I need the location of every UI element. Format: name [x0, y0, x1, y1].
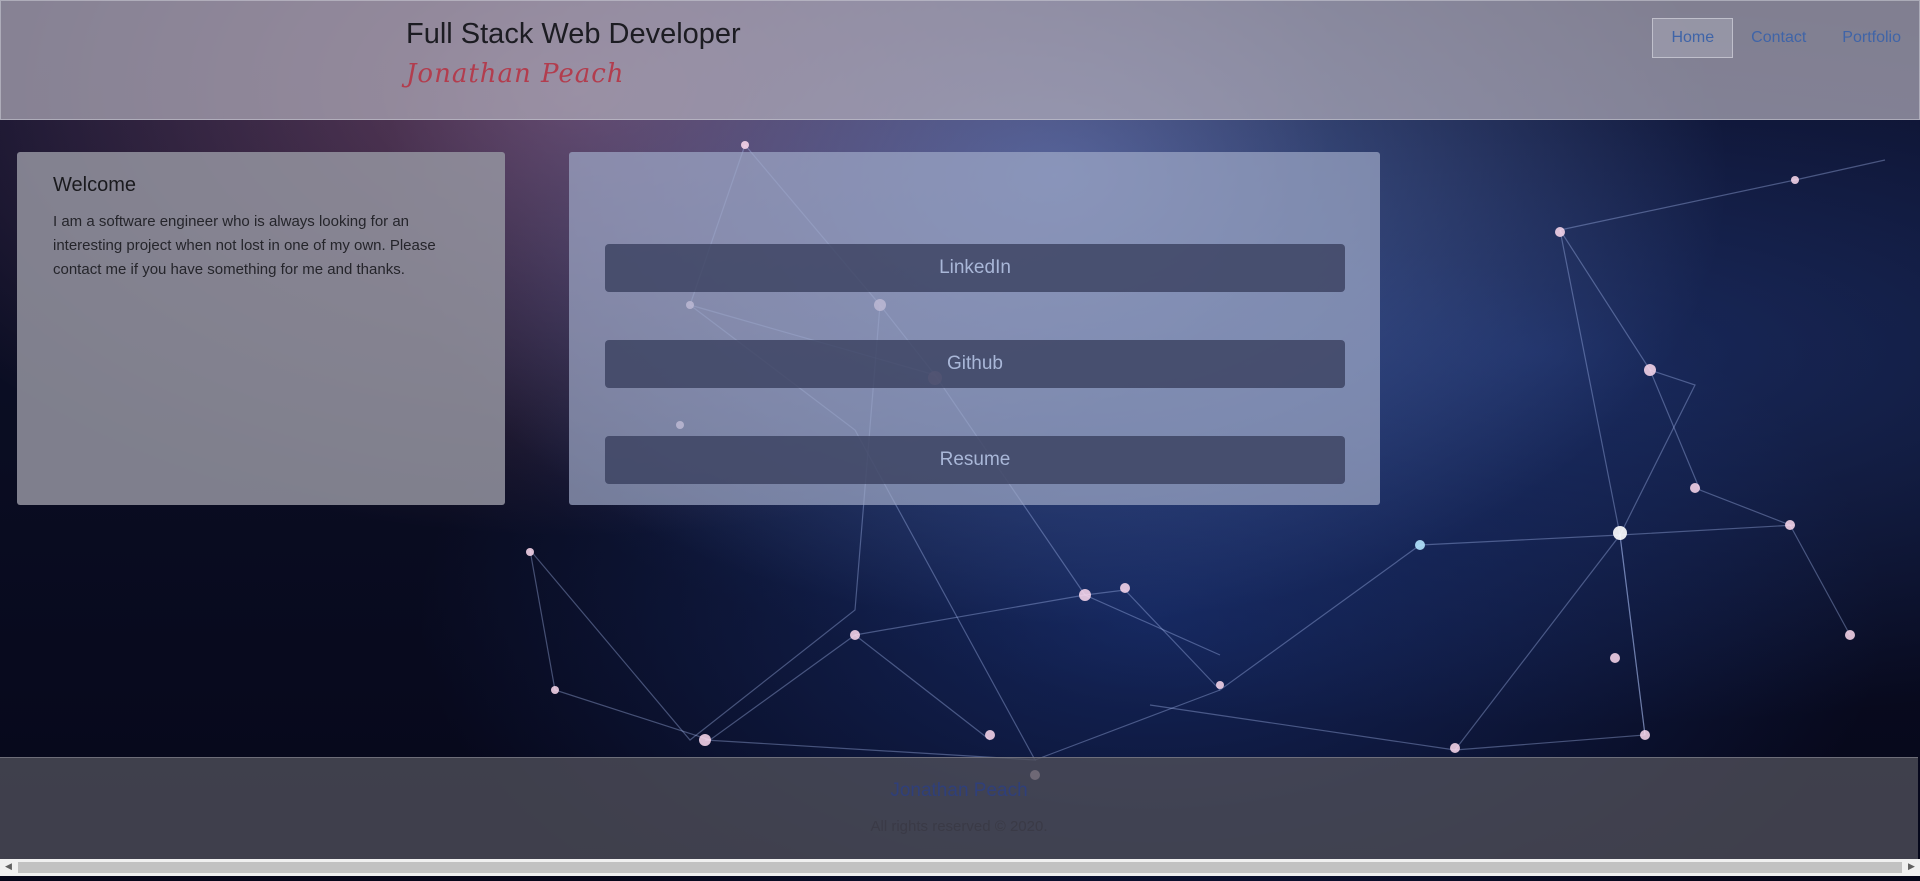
scrollbar-thumb[interactable]	[18, 862, 1902, 873]
site-header: Full Stack Web Developer Jonathan Peach …	[0, 0, 1920, 120]
main-nav: Home Contact Portfolio	[1652, 18, 1919, 58]
scroll-left-icon[interactable]: ◀	[0, 859, 17, 876]
links-card: LinkedIn Github Resume	[569, 152, 1380, 505]
linkedin-button[interactable]: LinkedIn	[605, 244, 1345, 292]
header-title: Full Stack Web Developer	[406, 18, 741, 50]
horizontal-scrollbar[interactable]: ◀ ▶	[0, 859, 1920, 876]
welcome-card: Welcome I am a software engineer who is …	[17, 152, 505, 505]
scroll-right-icon[interactable]: ▶	[1903, 859, 1920, 876]
welcome-title: Welcome	[53, 174, 136, 196]
resume-button[interactable]: Resume	[605, 436, 1345, 484]
nav-item-portfolio[interactable]: Portfolio	[1824, 18, 1919, 58]
nav-item-home[interactable]: Home	[1652, 18, 1734, 58]
nav-item-contact[interactable]: Contact	[1733, 18, 1824, 58]
github-button[interactable]: Github	[605, 340, 1345, 388]
footer-name: Jonathan Peach	[890, 780, 1028, 801]
header-name-signature: Jonathan Peach	[406, 59, 625, 89]
welcome-text: I am a software engineer who is always l…	[53, 213, 436, 278]
site-footer: Jonathan Peach All rights reserved © 202…	[0, 757, 1918, 860]
footer-copyright: All rights reserved © 2020.	[870, 818, 1048, 835]
